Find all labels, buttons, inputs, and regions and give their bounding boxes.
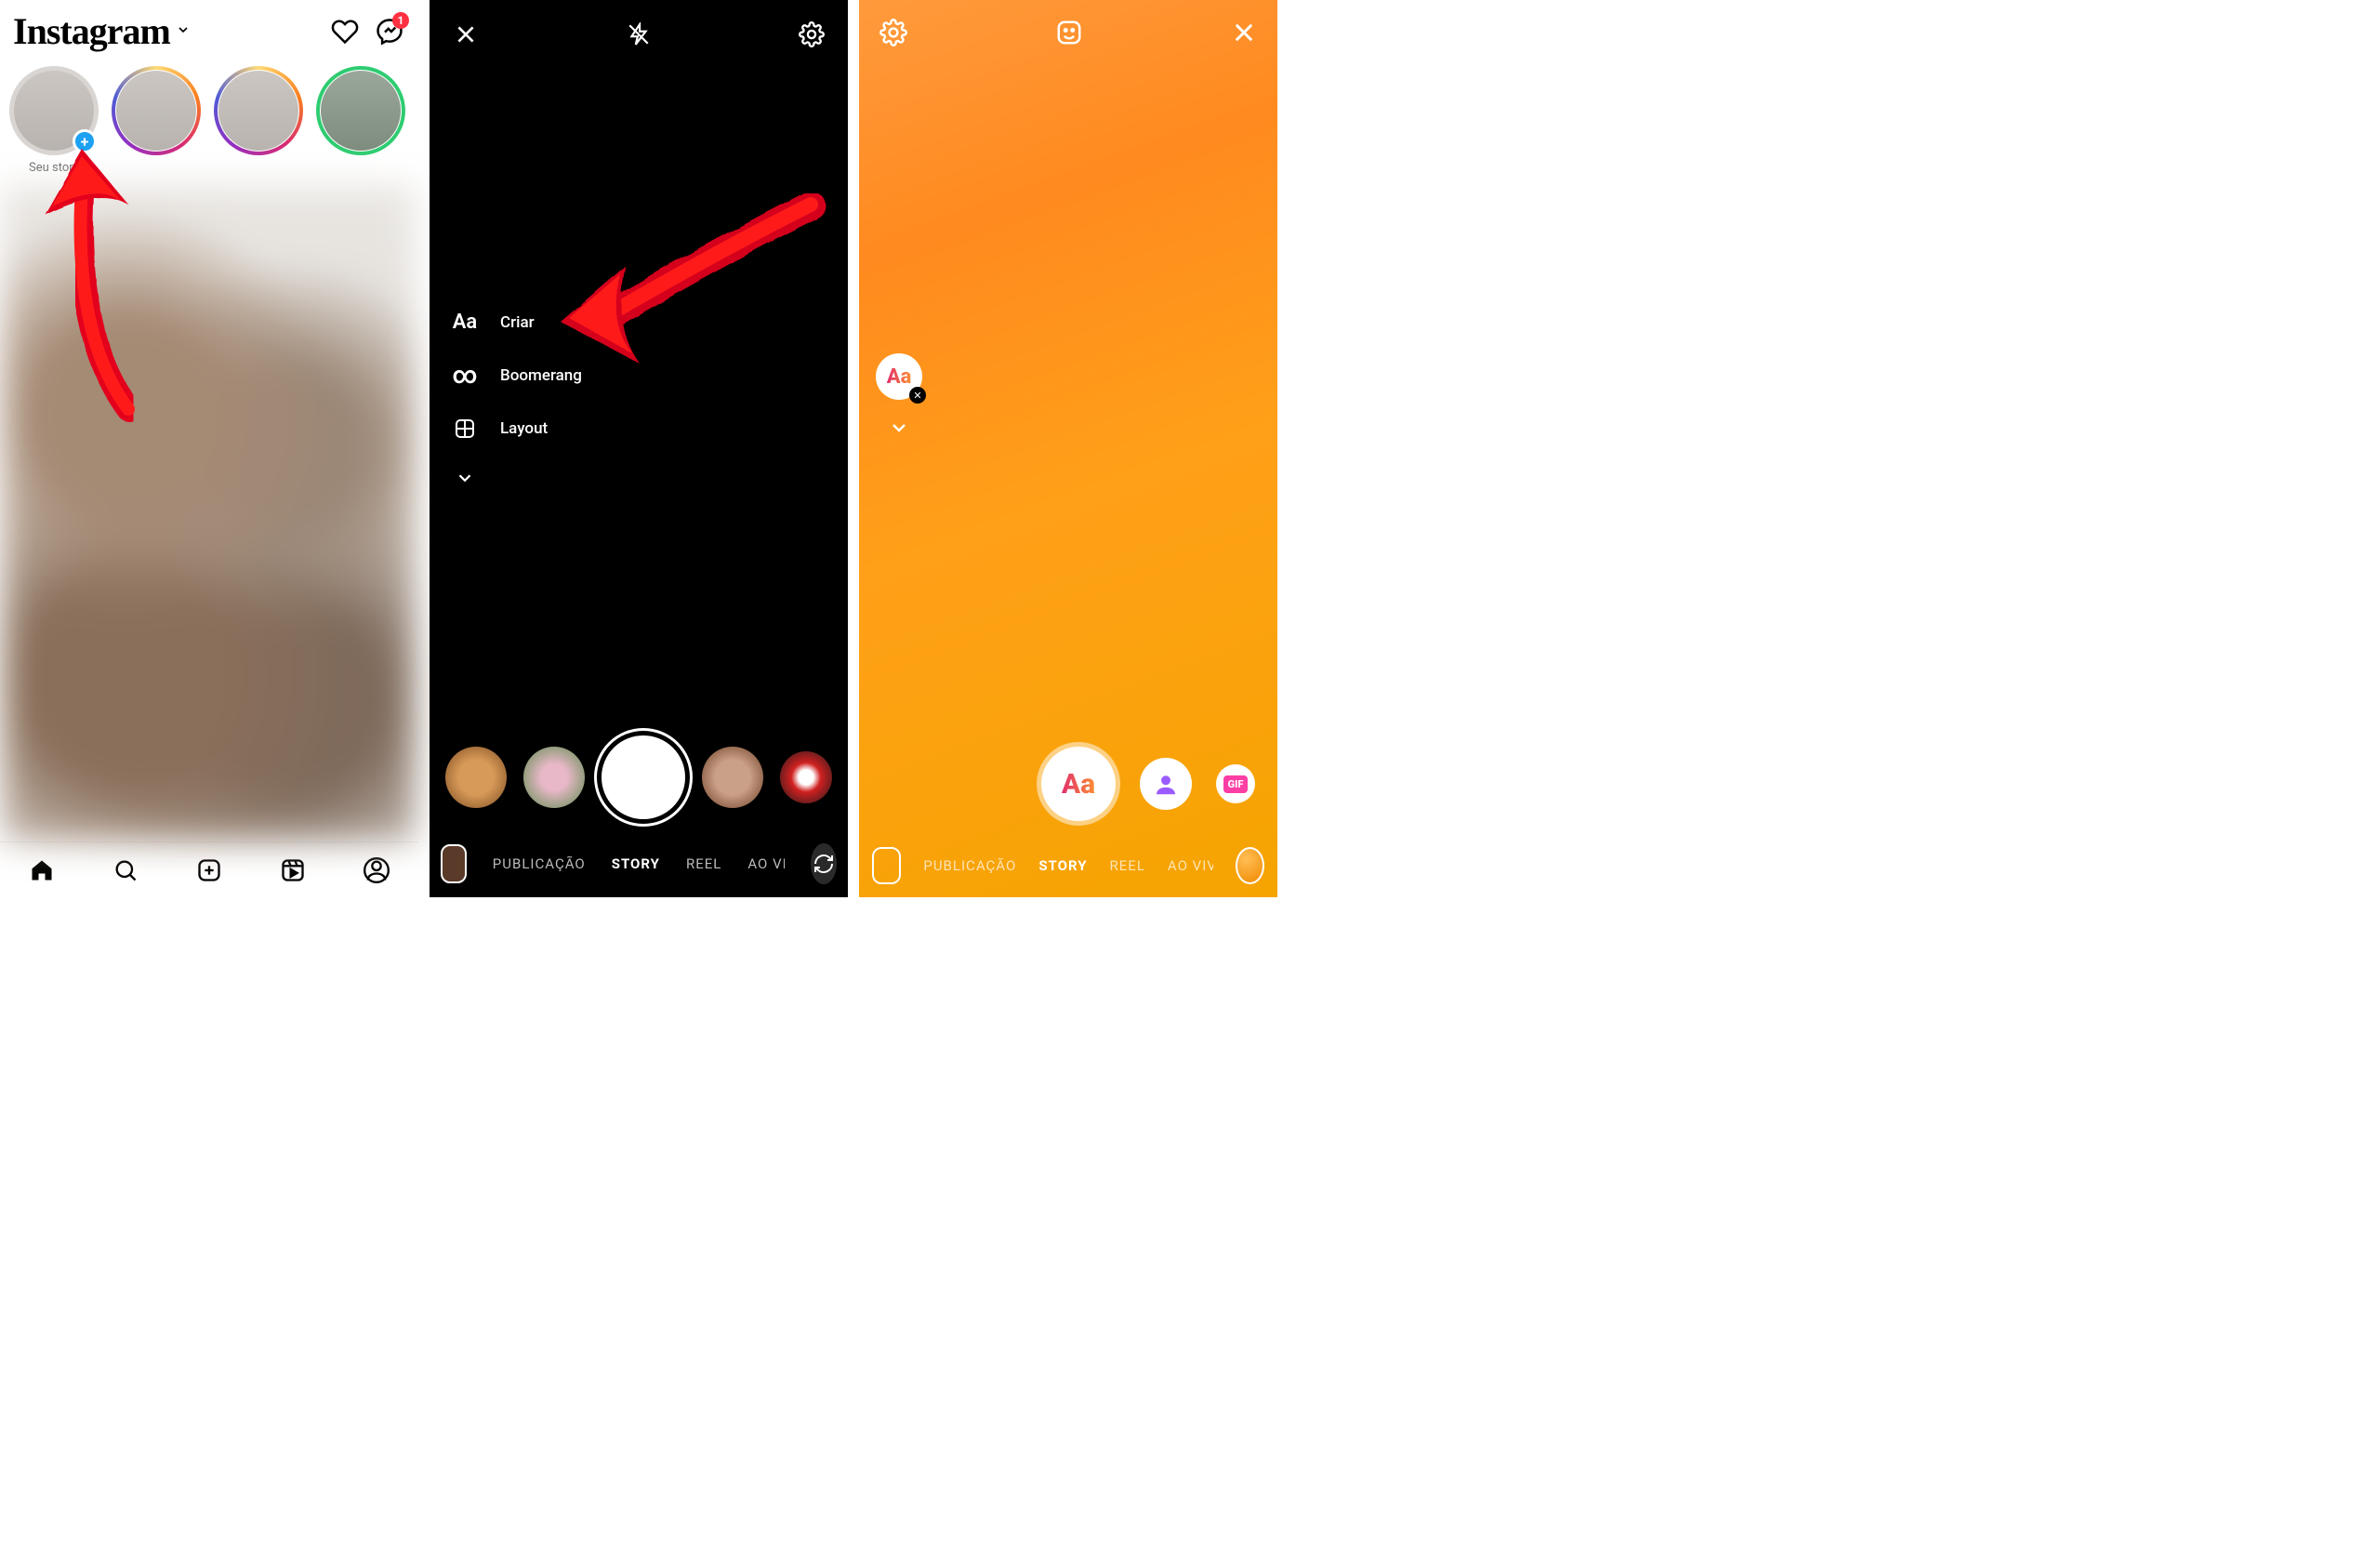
effect-thumbnail[interactable] xyxy=(445,747,507,808)
effect-thumbnail[interactable] xyxy=(702,747,763,808)
home-icon[interactable] xyxy=(28,856,56,884)
camera-screen: Aa Criar ∞ Boomerang Layout PUBLICAÇÃO S… xyxy=(430,0,848,897)
heart-icon[interactable] xyxy=(329,16,361,47)
create-screen: Aa ✕ Aa GIF PUBLICAÇÃO STORY REEL AO VIV… xyxy=(859,0,1277,897)
gallery-thumbnail[interactable] xyxy=(872,847,901,884)
shutter-button[interactable] xyxy=(602,735,685,819)
mode-selector[interactable]: PUBLICAÇÃO STORY REEL AO VIVO xyxy=(859,841,1277,897)
messenger-icon[interactable]: 1 xyxy=(374,16,405,47)
close-icon[interactable] xyxy=(450,19,482,50)
camera-header xyxy=(430,0,848,69)
mode-publicacao[interactable]: PUBLICAÇÃO xyxy=(923,857,1016,874)
reels-icon[interactable] xyxy=(279,856,307,884)
create-header xyxy=(859,0,1277,69)
tool-expand[interactable] xyxy=(450,468,827,488)
settings-gear-icon[interactable] xyxy=(879,19,907,50)
mention-button[interactable] xyxy=(1140,758,1192,810)
chevron-down-icon xyxy=(450,468,480,488)
settings-gear-icon[interactable] xyxy=(796,19,827,50)
your-story-label: Seu story xyxy=(29,161,79,174)
text-aa-icon: Aa xyxy=(450,311,480,334)
close-icon[interactable] xyxy=(1231,20,1257,49)
tool-layout[interactable]: Layout xyxy=(450,417,827,440)
camera-tools: Aa Criar ∞ Boomerang Layout xyxy=(430,311,848,488)
effects-row xyxy=(430,726,848,836)
sticker-icon[interactable] xyxy=(1055,19,1083,50)
mode-publicacao[interactable]: PUBLICAÇÃO xyxy=(493,855,586,872)
bottom-tools: Aa GIF xyxy=(859,747,1277,841)
profile-icon[interactable] xyxy=(363,856,390,884)
gallery-thumbnail[interactable] xyxy=(441,844,467,883)
mode-story[interactable]: STORY xyxy=(612,855,660,872)
tool-label: Boomerang xyxy=(500,366,582,385)
mode-aovivo[interactable]: AO VIVO xyxy=(1168,857,1213,874)
mode-story[interactable]: STORY xyxy=(1038,857,1087,874)
notification-badge: 1 xyxy=(392,12,409,29)
effect-thumbnail[interactable] xyxy=(780,751,832,803)
side-tools: Aa ✕ xyxy=(876,353,922,443)
chevron-down-icon[interactable] xyxy=(176,22,191,41)
text-tool-button[interactable]: Aa ✕ xyxy=(876,353,922,400)
story-item[interactable] xyxy=(316,66,405,174)
add-story-icon[interactable]: + xyxy=(73,129,97,153)
feed-content-blurred xyxy=(3,185,416,841)
tool-boomerang[interactable]: ∞ Boomerang xyxy=(450,362,827,390)
gif-button[interactable]: GIF xyxy=(1216,764,1255,803)
feed-screen: Instagram 1 + Seu story xyxy=(0,0,418,897)
stories-row[interactable]: + Seu story xyxy=(0,57,418,179)
feed-header: Instagram 1 xyxy=(0,0,418,57)
text-aa-icon: Aa xyxy=(887,365,912,389)
infinity-icon: ∞ xyxy=(450,362,480,390)
mode-reel[interactable]: REEL xyxy=(1110,857,1145,874)
tool-label: Layout xyxy=(500,419,548,438)
remove-icon[interactable]: ✕ xyxy=(909,387,926,404)
tool-criar[interactable]: Aa Criar xyxy=(450,311,827,334)
mode-aovivo[interactable]: AO VIVO xyxy=(747,855,785,872)
flash-off-icon[interactable] xyxy=(623,19,654,50)
color-picker-button[interactable] xyxy=(1236,847,1264,884)
effect-thumbnail[interactable] xyxy=(523,747,585,808)
text-main-button[interactable]: Aa xyxy=(1041,747,1116,821)
instagram-logo[interactable]: Instagram xyxy=(13,9,170,53)
add-post-icon[interactable] xyxy=(195,856,223,884)
search-icon[interactable] xyxy=(112,856,139,884)
your-story[interactable]: + Seu story xyxy=(9,66,99,174)
tool-label: Criar xyxy=(500,313,535,332)
chevron-down-icon[interactable] xyxy=(888,417,910,443)
layout-grid-icon xyxy=(450,417,480,440)
bottom-nav xyxy=(0,841,418,897)
story-item[interactable] xyxy=(214,66,303,174)
story-item[interactable] xyxy=(112,66,201,174)
mode-reel[interactable]: REEL xyxy=(686,855,721,872)
flip-camera-icon[interactable] xyxy=(811,843,837,884)
mode-selector[interactable]: PUBLICAÇÃO STORY REEL AO VIVO xyxy=(430,836,848,897)
